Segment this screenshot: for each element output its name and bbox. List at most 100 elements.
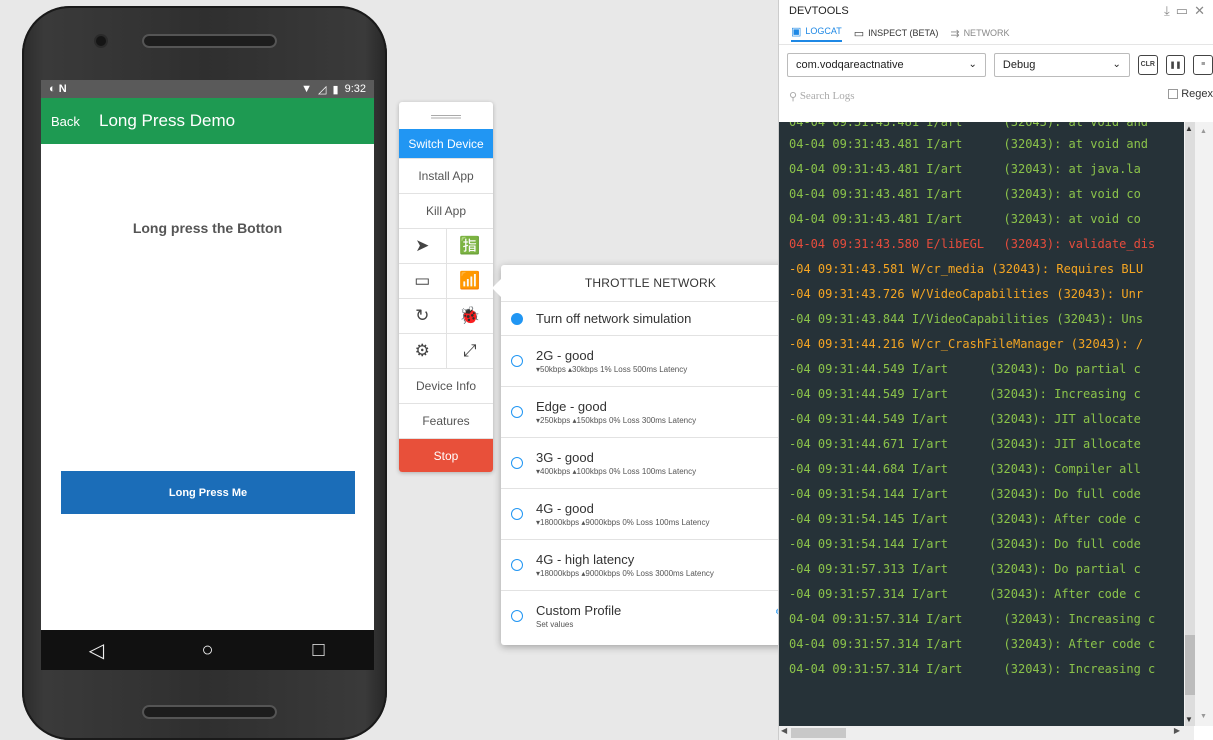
settings-icon[interactable]: ⚙	[399, 334, 446, 368]
throttle-panel-title: THROTTLE NETWORK	[501, 265, 800, 302]
dock-icon[interactable]: ⤓	[1164, 3, 1170, 19]
bug-icon[interactable]: 🐞	[445, 299, 494, 333]
device-info-button[interactable]: Device Info	[399, 368, 493, 403]
switch-device-button[interactable]: Switch Device	[399, 129, 493, 158]
clear-button[interactable]: CLR	[1137, 54, 1158, 75]
log-line: -04 09:31:44.549 I/art (32043): JIT allo…	[779, 408, 1184, 433]
option-name: Custom Profile	[536, 603, 622, 618]
expand-icon[interactable]: ⤢	[445, 334, 494, 368]
minimize-icon[interactable]: ▭	[1176, 3, 1188, 19]
log-pid: (32043):	[989, 462, 1047, 476]
log-message: validate_dis	[1068, 237, 1156, 251]
radio-icon[interactable]	[511, 355, 523, 367]
log-message: at void and	[1068, 122, 1149, 129]
log-level-select[interactable]: Debug ⌄	[993, 52, 1130, 77]
drag-handle-icon[interactable]: ═══	[399, 102, 493, 129]
scrollbar-thumb[interactable]	[1185, 635, 1195, 695]
tab-network[interactable]: ⇉ NETWORK	[950, 27, 1009, 40]
regex-checkbox[interactable]	[1168, 89, 1179, 99]
tab-inspect[interactable]: ▭ INSPECT (BETA)	[854, 27, 939, 40]
scroll-up-icon[interactable]: ▲	[1185, 124, 1193, 133]
install-app-button[interactable]: Install App	[399, 158, 493, 193]
translate-icon[interactable]: 🈯	[445, 229, 494, 263]
search-input[interactable]: Search Logs	[800, 90, 855, 102]
log-message: Increasing c	[1054, 387, 1141, 401]
log-message: Unr	[1121, 287, 1144, 301]
close-icon[interactable]: ✕	[1194, 3, 1205, 19]
logcat-output[interactable]: 04-04 09:31:43.481 I/art (32043): at voi…	[779, 122, 1184, 726]
throttle-option-2g[interactable]: 2G - good ▾50kbps ▴30kbps 1% Loss 500ms …	[501, 336, 800, 387]
vertical-scrollbar[interactable]: ▲ ▼ ▲ ▼	[1184, 122, 1213, 726]
scroll-right-icon[interactable]: ▶	[1174, 726, 1180, 735]
wrap-icon[interactable]: ≡	[1193, 54, 1213, 75]
tab-label: NETWORK	[963, 28, 1010, 38]
throttle-option-4g[interactable]: 4G - good ▾18000kbps ▴9000kbps 0% Loss 1…	[501, 489, 800, 540]
log-timestamp: -04 09:31:57.313	[789, 562, 905, 576]
option-name: 3G - good	[536, 450, 594, 465]
log-line: 04-04 09:31:57.314 I/art (32043): Increa…	[779, 608, 1184, 633]
wifi-icon: ▼	[301, 83, 313, 95]
log-pid: (32043):	[989, 512, 1047, 526]
scroll-left-icon[interactable]: ◀	[781, 726, 787, 735]
outer-scroll-up-icon[interactable]: ▲	[1200, 128, 1207, 135]
log-tag: I/art	[911, 462, 948, 476]
option-meta: ▾18000kbps ▴9000kbps 0% Loss 100ms Laten…	[536, 518, 710, 527]
stop-button[interactable]: Stop	[399, 438, 493, 472]
nav-back-icon[interactable]: ◁	[67, 638, 127, 663]
nav-recents-icon[interactable]: □	[289, 639, 349, 662]
kill-app-button[interactable]: Kill App	[399, 193, 493, 228]
throttle-option-off[interactable]: Turn off network simulation	[501, 302, 800, 336]
throttle-option-4g-high-latency[interactable]: 4G - high latency ▾18000kbps ▴9000kbps 0…	[501, 540, 800, 591]
option-meta: ▾50kbps ▴30kbps 1% Loss 500ms Latency	[536, 365, 688, 374]
log-tag: I/art	[911, 437, 948, 451]
status-left-icons: ◐ N	[49, 83, 67, 95]
radio-selected-icon[interactable]	[511, 312, 523, 325]
radio-icon[interactable]	[511, 610, 523, 622]
outer-scroll-down-icon[interactable]: ▼	[1200, 713, 1207, 720]
log-line: -04 09:31:44.549 I/art (32043): Do parti…	[779, 358, 1184, 383]
log-message: /	[1135, 337, 1144, 351]
package-select[interactable]: com.vodqareactnative ⌄	[787, 52, 986, 77]
log-tag: I/art	[926, 212, 963, 226]
network-signal-icon[interactable]: 📶	[445, 264, 494, 298]
radio-icon[interactable]	[511, 508, 523, 520]
devtools-tabs: ▣ LOGCAT ▭ INSPECT (BETA) ⇉ NETWORK	[779, 22, 1213, 44]
back-button[interactable]: Back	[51, 114, 99, 129]
window-icon[interactable]: ▭	[399, 264, 446, 298]
toolbar-icon-row-1: ➤ 🈯	[399, 228, 493, 263]
log-pid: (32043):	[1003, 162, 1062, 176]
long-press-button[interactable]: Long Press Me	[61, 471, 355, 514]
log-message: Do full code	[1054, 487, 1141, 501]
log-line: -04 09:31:43.581 W/cr_media (32043): Req…	[779, 258, 1184, 283]
location-icon[interactable]: ➤	[399, 229, 446, 263]
radio-icon[interactable]	[511, 559, 523, 571]
network-icon: ⇉	[950, 27, 960, 40]
scrollbar-thumb[interactable]	[791, 728, 846, 738]
log-pid: (32043):	[1070, 337, 1129, 351]
log-timestamp: 04-04 09:31:43.481	[789, 212, 920, 226]
throttle-option-custom[interactable]: Custom Profile Set values ✎	[501, 591, 800, 641]
bottom-speaker	[142, 705, 277, 719]
pause-icon[interactable]: ❚❚	[1165, 54, 1186, 75]
log-line: 04-04 09:31:57.314 I/art (32043): After …	[779, 633, 1184, 658]
radio-icon[interactable]	[511, 457, 523, 469]
search-logs[interactable]: ⚲ Search Logs Regex	[779, 84, 1213, 108]
log-timestamp: -04 09:31:44.671	[789, 437, 905, 451]
earpiece-speaker	[142, 34, 277, 48]
log-tag: I/art	[926, 612, 963, 626]
nav-home-icon[interactable]: ○	[178, 639, 238, 662]
log-line: -04 09:31:54.144 I/art (32043): Do full …	[779, 533, 1184, 558]
scroll-down-icon[interactable]: ▼	[1185, 715, 1193, 724]
throttle-option-3g[interactable]: 3G - good ▾400kbps ▴100kbps 0% Loss 100m…	[501, 438, 800, 489]
log-pid: (32043):	[1056, 312, 1115, 326]
log-tag: I/art	[911, 362, 948, 376]
features-button[interactable]: Features	[399, 403, 493, 438]
rotate-icon[interactable]: ↻	[399, 299, 446, 333]
radio-icon[interactable]	[511, 406, 523, 418]
regex-label: Regex	[1181, 88, 1213, 100]
throttle-network-panel: THROTTLE NETWORK Turn off network simula…	[492, 265, 800, 645]
tab-logcat[interactable]: ▣ LOGCAT	[791, 25, 842, 42]
horizontal-scrollbar[interactable]: ◀ ▶	[779, 726, 1194, 740]
throttle-option-edge[interactable]: Edge - good ▾250kbps ▴150kbps 0% Loss 30…	[501, 387, 800, 438]
front-camera	[96, 36, 106, 46]
